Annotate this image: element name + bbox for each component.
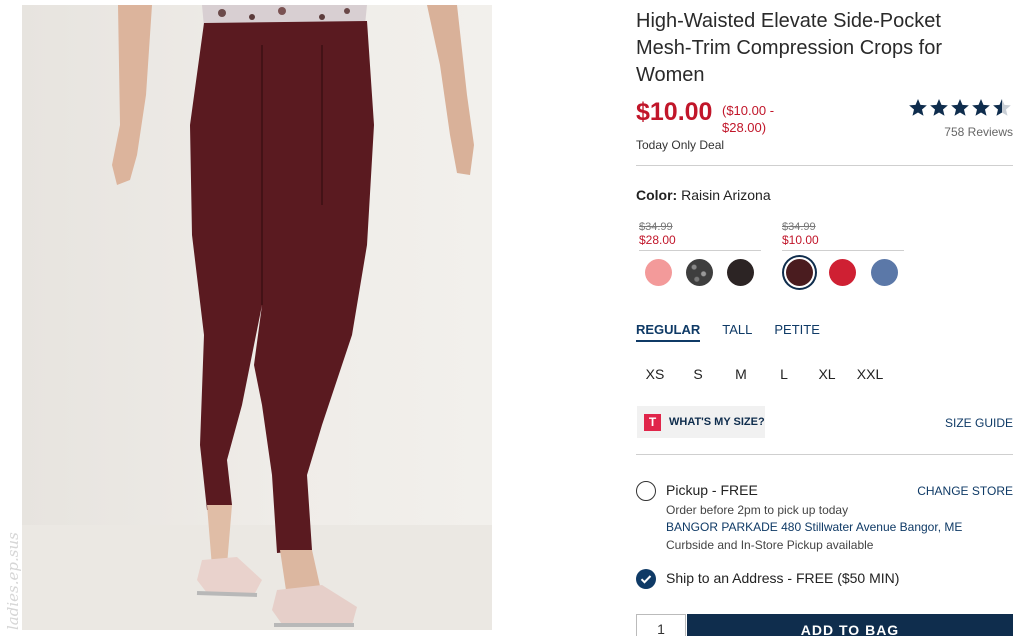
size-xs[interactable]: XS [635,366,675,382]
swatch-coral[interactable] [645,259,672,286]
original-price: $34.99 [782,221,816,233]
review-count[interactable]: 758 Reviews [944,125,1013,139]
color-label: Color: Raisin Arizona [636,187,771,203]
swatch-raisin-arizona[interactable] [786,259,813,286]
swatch-blue[interactable] [871,259,898,286]
size-guide-link[interactable]: SIZE GUIDE [945,416,1013,430]
product-title: High-Waisted Elevate Side-Pocket Mesh-Tr… [636,10,942,86]
ship-radio[interactable] [636,569,656,589]
tab-regular[interactable]: REGULAR [636,322,701,342]
divider [636,454,1013,455]
swatch-red[interactable] [829,259,856,286]
price-group-1: $34.99 $28.00 [639,221,761,251]
leggings-photo [22,5,492,630]
star-icon [930,98,948,116]
watermark: ladies.ep.sus [4,532,22,630]
star-rating[interactable] [908,98,1012,117]
fit-tabs: REGULAR TALL PETITE [636,322,820,342]
half-star-icon [993,98,1011,116]
price-group-2: $34.99 $10.00 [782,221,904,251]
add-to-bag-button[interactable]: ADD TO BAG [687,614,1013,638]
pickup-radio[interactable] [636,481,656,501]
group-sale-price: $28.00 [639,233,676,247]
swatch-space-dye[interactable] [686,259,713,286]
whats-my-size-label: WHAT'S MY SIZE? [669,416,765,428]
size-xl[interactable]: XL [807,366,847,382]
whats-my-size-button[interactable]: T WHAT'S MY SIZE? [637,406,765,438]
divider [636,165,1013,166]
product-details: High-Waisted Elevate Side-Pocket Mesh-Tr… [635,0,1014,638]
price-range: ($10.00 - $28.00) [722,103,775,135]
size-xxl[interactable]: XXL [850,366,890,382]
ship-label: Ship to an Address - FREE ($50 MIN) [666,570,900,586]
store-address-link[interactable]: BANGOR PARKADE 480 Stillwater Avenue Ban… [666,520,962,534]
pickup-note: Order before 2pm to pick up today [666,503,849,517]
star-icon [972,98,990,116]
tab-tall[interactable]: TALL [722,322,752,342]
color-label-key: Color: [636,187,678,203]
sale-price: $10.00 [636,98,713,126]
tab-petite[interactable]: PETITE [774,322,820,342]
quantity-select[interactable]: 1 [636,614,686,637]
curbside-note: Curbside and In-Store Pickup available [666,538,874,552]
size-m[interactable]: M [721,366,761,382]
star-icon [951,98,969,116]
change-store-link[interactable]: CHANGE STORE [917,484,1013,498]
swatch-black[interactable] [727,259,754,286]
original-price: $34.99 [639,221,673,233]
deal-label: Today Only Deal [636,138,725,152]
checkmark-icon [640,575,652,584]
color-value: Raisin Arizona [681,187,771,203]
group-sale-price: $10.00 [782,233,819,247]
product-image[interactable] [22,5,492,630]
star-icon [909,98,927,116]
true-fit-logo-icon: T [644,413,661,431]
size-s[interactable]: S [678,366,718,382]
size-l[interactable]: L [764,366,804,382]
pickup-label: Pickup - FREE [666,482,758,498]
